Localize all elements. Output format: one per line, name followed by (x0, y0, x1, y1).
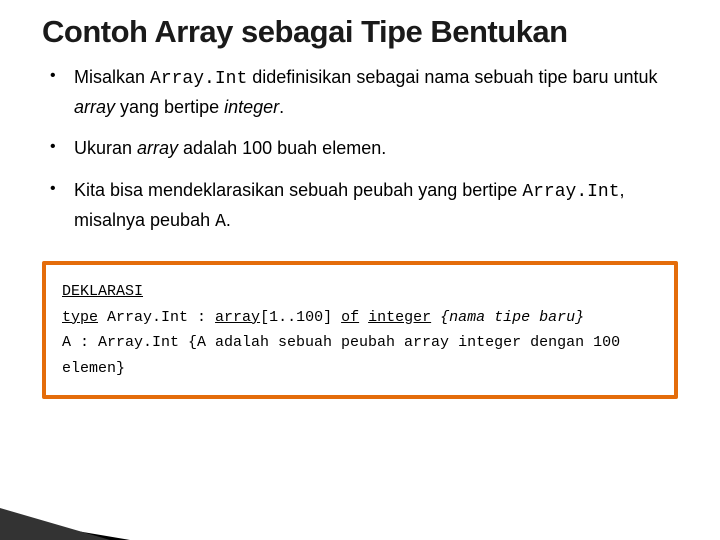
code-text (359, 309, 368, 326)
bullet-item: Ukuran array adalah 100 buah elemen. (42, 135, 678, 163)
keyword: integer (368, 309, 431, 326)
text: . (226, 210, 231, 230)
code-line: DEKLARASI (62, 279, 658, 305)
text: Misalkan (74, 67, 150, 87)
code-text: [1..100] (260, 309, 341, 326)
code-line: type Array.Int : array[1..100] of intege… (62, 305, 658, 331)
keyword: DEKLARASI (62, 283, 143, 300)
bullet-item: Kita bisa mendeklarasikan sebuah peubah … (42, 177, 678, 237)
slide-title: Contoh Array sebagai Tipe Bentukan (42, 14, 678, 50)
keyword: type (62, 309, 98, 326)
code-block: DEKLARASI type Array.Int : array[1..100]… (42, 261, 678, 399)
inline-code: Array.Int (522, 182, 619, 202)
italic-text: array (137, 138, 178, 158)
code-line: A : Array.Int {A adalah sebuah peubah ar… (62, 330, 658, 381)
decorative-wedge (0, 500, 130, 540)
keyword: of (341, 309, 359, 326)
keyword: array (215, 309, 260, 326)
text: didefinisikan sebagai nama sebuah tipe b… (247, 67, 657, 87)
italic-text: array (74, 97, 115, 117)
text: Kita bisa mendeklarasikan sebuah peubah … (74, 180, 522, 200)
slide: Contoh Array sebagai Tipe Bentukan Misal… (0, 0, 720, 540)
code-text: A : Array.Int {A adalah sebuah peubah ar… (62, 334, 620, 377)
text: yang bertipe (115, 97, 224, 117)
italic-text: integer (224, 97, 279, 117)
bullet-item: Misalkan Array.Int didefinisikan sebagai… (42, 64, 678, 122)
text: . (279, 97, 284, 117)
code-text: Array.Int : (98, 309, 215, 326)
text: adalah 100 buah elemen. (178, 138, 386, 158)
code-text (431, 309, 440, 326)
text: Ukuran (74, 138, 137, 158)
inline-code: Array.Int (150, 69, 247, 89)
bullet-list: Misalkan Array.Int didefinisikan sebagai… (42, 64, 678, 237)
code-comment: {nama tipe baru} (440, 309, 584, 326)
inline-code: A (215, 212, 226, 232)
